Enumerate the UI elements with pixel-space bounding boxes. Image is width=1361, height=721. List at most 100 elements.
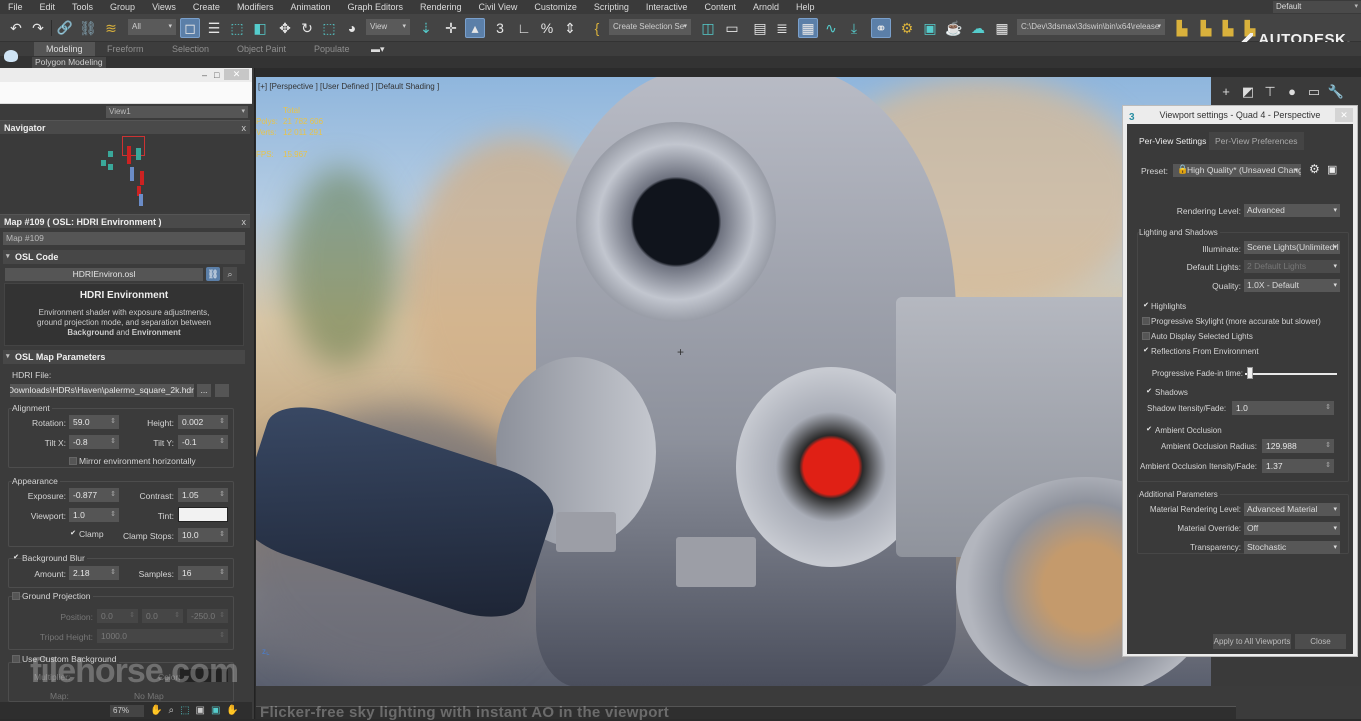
window-close-button[interactable]: ✕ [224, 69, 249, 80]
snaps-toggle-icon[interactable]: 3 [490, 18, 510, 38]
menu-create[interactable]: Create [185, 2, 229, 12]
fade-in-time-thumb[interactable] [1246, 367, 1253, 379]
zoom-percent-dropdown[interactable]: 67% [110, 704, 144, 717]
tint-color-swatch[interactable] [178, 507, 228, 522]
scale-icon[interactable]: ⬚ [319, 18, 339, 38]
apply-to-all-viewports-button[interactable]: Apply to All Viewports [1213, 634, 1291, 649]
zoom-extents-icon[interactable]: ▣ [196, 705, 205, 716]
contrast-spinner[interactable]: 1.05 [178, 488, 228, 502]
menu-content[interactable]: Content [696, 2, 745, 12]
link-icon[interactable]: 🔗 [55, 18, 75, 38]
reference-coord-dropdown[interactable]: View [366, 19, 410, 35]
auto-display-lights-checkbox[interactable] [1142, 332, 1150, 340]
tripod-height-spinner[interactable]: 1000.0 [97, 629, 228, 643]
map-value[interactable]: No Map [134, 691, 164, 701]
ribbon-tab-freeform[interactable]: Freeform [107, 42, 144, 56]
project-settings-icon[interactable]: ▙ [1172, 18, 1192, 38]
project-folder-icon[interactable]: ▙ [1196, 18, 1216, 38]
progressive-skylight-checkbox[interactable] [1142, 317, 1150, 325]
curve-editor-icon[interactable]: ∿ [821, 18, 841, 38]
keyboard-shortcut-override-icon[interactable]: ▴ [465, 18, 485, 38]
custom-background-checkbox[interactable] [12, 655, 20, 663]
angle-snap-icon[interactable]: ∟ [514, 18, 534, 38]
position-z-spinner[interactable]: -250.0 [187, 609, 228, 623]
menu-arnold[interactable]: Arnold [745, 2, 788, 12]
select-manipulate-icon[interactable]: ✛ [441, 18, 461, 38]
unlink-icon[interactable]: ⛓ [78, 18, 98, 38]
menu-scripting[interactable]: Scripting [586, 2, 638, 12]
height-spinner[interactable]: 0.002 [178, 415, 228, 429]
project-path-dropdown[interactable]: C:\Dev\3dsmax\3dswin\bin\x64\release [1017, 19, 1165, 35]
render-iterative-icon[interactable]: ☁ [968, 18, 988, 38]
illuminate-dropdown[interactable]: Scene Lights(Unlimited l [1244, 241, 1340, 254]
placement-icon[interactable]: ◕ [342, 18, 362, 38]
save-preset-icon[interactable]: ▣ [1327, 163, 1337, 176]
tab-per-view-preferences[interactable]: Per-View Preferences [1209, 132, 1304, 150]
rotation-spinner[interactable]: 59.0 [69, 415, 119, 429]
named-selection-dropdown[interactable]: Create Selection Se [609, 19, 691, 35]
fade-in-time-track[interactable] [1245, 373, 1337, 375]
menu-edit[interactable]: Edit [32, 2, 65, 12]
ribbon-tab-modeling[interactable]: Modeling [34, 42, 95, 56]
menu-customize[interactable]: Customize [526, 2, 586, 12]
rotate-icon[interactable]: ↻ [297, 18, 317, 38]
ribbon-polygon-modeling[interactable]: Polygon Modeling [32, 57, 106, 68]
osl-code-rollout[interactable]: OSL Code [3, 250, 245, 264]
navigator-close-icon[interactable]: x [242, 121, 247, 135]
material-override-dropdown[interactable]: Off [1244, 522, 1340, 535]
clamp-stops-spinner[interactable]: 10.0 [178, 528, 228, 542]
clamp-checkbox[interactable]: ✔ [69, 530, 77, 538]
display-tab-icon[interactable]: ▭ [1305, 83, 1323, 101]
transparency-dropdown[interactable]: Stochastic [1244, 541, 1340, 554]
link-osl-icon[interactable]: ⛓ [206, 267, 220, 281]
tab-per-view-settings[interactable]: Per-View Settings [1133, 132, 1212, 150]
menu-civil-view[interactable]: Civil View [471, 2, 527, 12]
hdri-clear-button[interactable] [215, 384, 229, 397]
blur-amount-spinner[interactable]: 2.18 [69, 566, 119, 580]
mirror-icon[interactable]: ◫ [698, 18, 718, 38]
hdri-browse-button[interactable]: ... [197, 384, 211, 397]
toggle-ribbon-icon[interactable]: ▦ [798, 18, 818, 38]
rendered-frame-window-icon[interactable]: ▣ [920, 18, 940, 38]
tilt-y-spinner[interactable]: -0.1 [178, 435, 228, 449]
default-lights-dropdown[interactable]: 2 Default Lights [1244, 260, 1340, 273]
dope-sheet-icon[interactable]: ⤓ [844, 18, 864, 38]
modify-tab-icon[interactable]: ◩ [1239, 83, 1257, 101]
menu-animation[interactable]: Animation [282, 2, 339, 12]
navigator-viewport-frame[interactable] [122, 136, 145, 156]
ambient-occlusion-checkbox[interactable]: ✔ [1145, 426, 1153, 434]
ribbon-options-icon[interactable]: ▬▾ [371, 42, 385, 56]
rendering-level-dropdown[interactable]: Advanced [1244, 204, 1340, 217]
menu-file[interactable]: File [0, 2, 32, 12]
project-create-icon[interactable]: ▙ [1218, 18, 1238, 38]
navigator-view[interactable] [0, 134, 250, 212]
workspaces-dropdown[interactable]: Default [1273, 1, 1361, 13]
mirror-checkbox[interactable] [69, 457, 77, 465]
view-select-dropdown[interactable]: View1 [106, 106, 248, 118]
ribbon-tab-object-paint[interactable]: Object Paint [237, 42, 286, 56]
dialog-close-icon[interactable]: ✕ [1335, 108, 1353, 122]
search-osl-icon[interactable]: ⌕ [223, 267, 237, 281]
hierarchy-tab-icon[interactable]: ⊤ [1261, 83, 1279, 101]
select-object-icon[interactable]: ◻ [180, 18, 200, 38]
menu-tools[interactable]: Tools [64, 2, 102, 12]
selection-filter-dropdown[interactable]: All [128, 19, 176, 35]
scene-explorer-icon[interactable]: ▤ [750, 18, 770, 38]
spinner-snap-icon[interactable]: ⇕ [560, 18, 580, 38]
maximize-icon[interactable]: □ [214, 70, 219, 80]
ribbon-tab-populate[interactable]: Populate [314, 42, 350, 56]
redo-icon[interactable]: ↷ [28, 18, 48, 38]
viewport-layout-icon[interactable]: ▦ [992, 18, 1012, 38]
zoom-extents-selected-icon[interactable]: ▣ [211, 705, 220, 716]
pan-to-node-icon[interactable]: ✋ [226, 705, 238, 716]
schematic-view-icon[interactable]: ⚭ [871, 18, 891, 38]
align-icon[interactable]: ▭ [722, 18, 742, 38]
position-y-spinner[interactable]: 0.0 [142, 609, 183, 623]
preset-dropdown[interactable]: High Quality* (Unsaved Chang [1173, 164, 1301, 177]
minimize-icon[interactable]: – [202, 70, 207, 80]
create-tab-icon[interactable]: + [1217, 83, 1235, 101]
map-name-field[interactable]: Map #109 [3, 232, 245, 245]
ground-projection-checkbox[interactable] [12, 592, 20, 600]
menu-rendering[interactable]: Rendering [412, 2, 471, 12]
material-level-dropdown[interactable]: Advanced Material [1244, 503, 1340, 516]
